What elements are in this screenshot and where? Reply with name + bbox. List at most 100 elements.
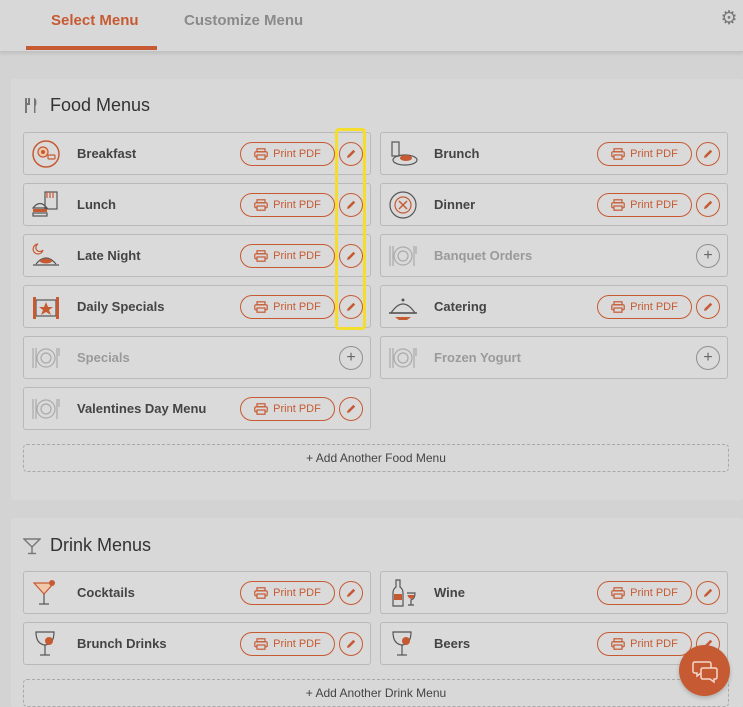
printer-icon [254,638,268,650]
menu-card-specials[interactable]: Specials + [23,336,371,379]
print-pdf-label: Print PDF [273,638,321,650]
menu-card-brunch[interactable]: Brunch Print PDF [380,132,728,175]
catering-cloche-icon [389,298,417,320]
food-menus-heading: Food Menus [23,95,150,116]
print-pdf-button[interactable]: Print PDF [597,193,692,217]
menu-card-beers[interactable]: Beers Print PDF [380,622,728,665]
plate-cutlery-icon [32,348,60,368]
menu-card-frozen-yogurt[interactable]: Frozen Yogurt + [380,336,728,379]
chat-button[interactable] [679,645,730,696]
menu-card-dinner[interactable]: Dinner Print PDF [380,183,728,226]
menu-card-label: Lunch [77,197,116,212]
menu-card-label: Banquet Orders [434,248,533,263]
pencil-icon [347,251,356,260]
print-pdf-button[interactable]: Print PDF [240,581,335,605]
print-pdf-button[interactable]: Print PDF [597,142,692,166]
tab-select-menu[interactable]: Select Menu [51,12,139,29]
pencil-icon [347,200,356,209]
print-pdf-button[interactable]: Print PDF [240,244,335,268]
edit-menu-button[interactable] [696,193,720,217]
printer-icon [254,403,268,415]
menu-card-breakfast[interactable]: Breakfast Print PDF [23,132,371,175]
print-pdf-label: Print PDF [273,199,321,211]
food-menus-section: Food Menus Breakfast Print PDF Brunch Print… [11,79,743,500]
edit-menu-button[interactable] [339,193,363,217]
edit-menu-button[interactable] [696,295,720,319]
printer-icon [611,587,625,599]
edit-menu-button[interactable] [696,581,720,605]
plus-icon: + [703,247,713,264]
print-pdf-button[interactable]: Print PDF [597,295,692,319]
print-pdf-button[interactable]: Print PDF [597,632,692,656]
edit-menu-button[interactable] [339,397,363,421]
printer-icon [254,301,268,313]
print-pdf-button[interactable]: Print PDF [240,397,335,421]
edit-menu-button[interactable] [339,244,363,268]
menu-card-label: Cocktails [77,585,135,600]
print-pdf-label: Print PDF [273,250,321,262]
chat-bubbles-icon [691,660,718,683]
print-pdf-label: Print PDF [273,587,321,599]
section-title: Drink Menus [50,535,152,555]
top-bar: Select Menu Customize Menu ⚙ [0,0,743,52]
edit-menu-button[interactable] [696,142,720,166]
lunch-burger-icon [31,191,58,217]
gear-icon[interactable]: ⚙ [719,9,739,29]
menu-card-daily-specials[interactable]: Daily Specials Print PDF [23,285,371,328]
add-menu-button[interactable]: + [339,346,363,370]
brunch-icon [391,141,418,166]
add-menu-button[interactable]: + [696,346,720,370]
menu-card-label: Brunch Drinks [77,636,167,651]
print-pdf-button[interactable]: Print PDF [240,295,335,319]
print-pdf-label: Print PDF [273,403,321,415]
breakfast-plate-icon [32,140,60,168]
print-pdf-button[interactable]: Print PDF [597,581,692,605]
printer-icon [611,638,625,650]
late-night-moon-icon [32,243,59,266]
print-pdf-label: Print PDF [630,148,678,160]
cocktail-icon [32,580,56,605]
pencil-icon [347,639,356,648]
plus-icon: + [346,349,356,366]
cocktail-glass-icon [23,537,41,554]
edit-menu-button[interactable] [339,295,363,319]
menu-card-banquet-orders[interactable]: Banquet Orders + [380,234,728,277]
edit-menu-button[interactable] [339,581,363,605]
menu-card-label: Breakfast [77,146,137,161]
pencil-icon [347,588,356,597]
pencil-icon [704,302,713,311]
menu-card-lunch[interactable]: Lunch Print PDF [23,183,371,226]
dinner-plate-icon [389,191,417,219]
wine-bottle-icon [392,579,416,607]
pencil-icon [704,200,713,209]
print-pdf-label: Print PDF [630,587,678,599]
edit-menu-button[interactable] [339,632,363,656]
pencil-icon [704,149,713,158]
add-another-food-menu-button[interactable]: + Add Another Food Menu [23,444,729,472]
plus-icon: + [703,349,713,366]
edit-menu-button[interactable] [339,142,363,166]
menu-card-wine[interactable]: Wine Print PDF [380,571,728,614]
daily-specials-icon [33,297,59,319]
add-another-drink-menu-button[interactable]: + Add Another Drink Menu [23,679,729,707]
printer-icon [611,148,625,160]
menu-card-label: Late Night [77,248,141,263]
menu-card-late-night[interactable]: Late Night Print PDF [23,234,371,277]
menu-card-valentines-day-menu[interactable]: Valentines Day Menu Print PDF [23,387,371,430]
print-pdf-button[interactable]: Print PDF [240,142,335,166]
menu-card-brunch-drinks[interactable]: Brunch Drinks Print PDF [23,622,371,665]
print-pdf-button[interactable]: Print PDF [240,193,335,217]
tab-customize-menu[interactable]: Customize Menu [184,12,303,29]
add-menu-button[interactable]: + [696,244,720,268]
plate-cutlery-icon [389,348,417,368]
drink-menus-section: Drink Menus Cocktails Print PDF Wine Print … [11,518,743,707]
print-pdf-label: Print PDF [630,638,678,650]
printer-icon [254,148,268,160]
plate-cutlery-icon [32,399,60,419]
print-pdf-button[interactable]: Print PDF [240,632,335,656]
print-pdf-label: Print PDF [630,199,678,211]
menu-card-catering[interactable]: Catering Print PDF [380,285,728,328]
pencil-icon [347,404,356,413]
menu-card-cocktails[interactable]: Cocktails Print PDF [23,571,371,614]
printer-icon [254,199,268,211]
